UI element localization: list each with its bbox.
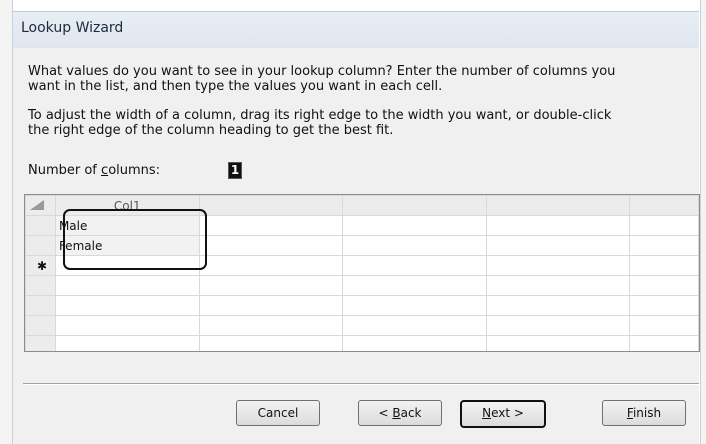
column-header-empty: [198, 195, 344, 216]
number-of-columns-input[interactable]: 1: [228, 162, 242, 179]
back-button-post: ack: [400, 406, 422, 420]
new-record-icon[interactable]: ✱: [25, 255, 56, 276]
table-row: Female: [25, 235, 699, 256]
finish-button[interactable]: Finish: [602, 400, 686, 426]
select-all-corner[interactable]: [25, 195, 56, 216]
row-selector: [25, 315, 56, 336]
grid-cell: [198, 275, 344, 296]
grid-cell: [342, 255, 487, 276]
cell-value-female[interactable]: Female: [54, 235, 200, 256]
grid-cell: [485, 335, 631, 351]
row-selector: [25, 335, 56, 351]
grid-cell: [629, 315, 699, 336]
window-title: Lookup Wizard: [21, 20, 124, 36]
divider: [23, 383, 699, 385]
lookup-values-grid[interactable]: Col1 Male Female ✱: [24, 194, 700, 352]
grid-cell: [485, 315, 631, 336]
grid-cell: [198, 235, 344, 256]
grid-cell: [198, 315, 344, 336]
back-button[interactable]: < Back: [358, 400, 442, 426]
table-row: Male: [25, 215, 699, 236]
instructions-width-line1: To adjust the width of a column, drag it…: [28, 108, 612, 123]
grid-cell: [629, 335, 699, 351]
finish-button-post: inish: [632, 406, 662, 420]
grid-cell: [485, 255, 631, 276]
number-of-columns-label: Number of columns:: [28, 163, 160, 178]
grid-cell: [342, 315, 487, 336]
grid-cell: [485, 235, 631, 256]
grid-cell: [485, 275, 631, 296]
instructions-width-line2: the right edge of the column heading to …: [28, 123, 394, 138]
empty-row: [25, 275, 699, 296]
back-button-pre: <: [378, 406, 393, 420]
cell-new-record[interactable]: [54, 255, 200, 276]
row-selector: [25, 275, 56, 296]
grid-cell: [54, 315, 200, 336]
right-window-edge: [700, 0, 706, 444]
grid-cell: [54, 275, 200, 296]
title-bar[interactable]: Lookup Wizard: [13, 11, 699, 49]
instructions-values-line1: What values do you want to see in your l…: [28, 64, 616, 79]
grid-cell: [198, 335, 344, 351]
empty-row: [25, 335, 699, 351]
cancel-button[interactable]: Cancel: [236, 400, 320, 426]
grid-cell: [629, 275, 699, 296]
grid-cell: [629, 295, 699, 316]
grid-cell: [198, 255, 344, 276]
grid-cell: [198, 215, 344, 236]
empty-row: [25, 315, 699, 336]
row-selector[interactable]: [25, 215, 56, 236]
wizard-body: What values do you want to see in your l…: [13, 48, 700, 444]
empty-row: [25, 295, 699, 316]
grid-cell: [342, 275, 487, 296]
left-window-edge: [0, 0, 13, 444]
grid-cell: [342, 235, 487, 256]
grid-cell: [342, 215, 487, 236]
grid-cell: [342, 295, 487, 316]
grid-cell: [485, 215, 631, 236]
grid-cell: [342, 335, 487, 351]
new-record-row: ✱: [25, 255, 699, 276]
instructions-width: To adjust the width of a column, drag it…: [28, 108, 611, 138]
grid-cell: [629, 235, 699, 256]
column-header-col1[interactable]: Col1: [54, 195, 200, 216]
number-of-columns-label-post: olumns:: [108, 163, 161, 178]
next-button-post: ext >: [491, 406, 524, 420]
column-header-empty: [342, 195, 487, 216]
grid-cell: [629, 215, 699, 236]
grid-cell: [485, 295, 631, 316]
column-header-empty: [629, 195, 699, 216]
instructions-values: What values do you want to see in your l…: [28, 64, 615, 94]
grid-cell: [198, 295, 344, 316]
cell-value-male[interactable]: Male: [54, 215, 200, 236]
next-button[interactable]: Next >: [460, 400, 546, 428]
grid-cell: [629, 255, 699, 276]
next-button-accesskey: N: [482, 406, 492, 420]
grid-cell: [54, 295, 200, 316]
number-of-columns-label-pre: Number of: [28, 163, 102, 178]
values-table: Col1 Male Female ✱: [25, 195, 699, 351]
column-header-empty: [485, 195, 631, 216]
header-row: Col1: [25, 195, 699, 216]
row-selector: [25, 295, 56, 316]
instructions-values-line2: want in the list, and then type the valu…: [28, 79, 443, 94]
back-button-accesskey: B: [392, 406, 401, 420]
grid-cell: [54, 335, 200, 351]
row-selector[interactable]: [25, 235, 56, 256]
